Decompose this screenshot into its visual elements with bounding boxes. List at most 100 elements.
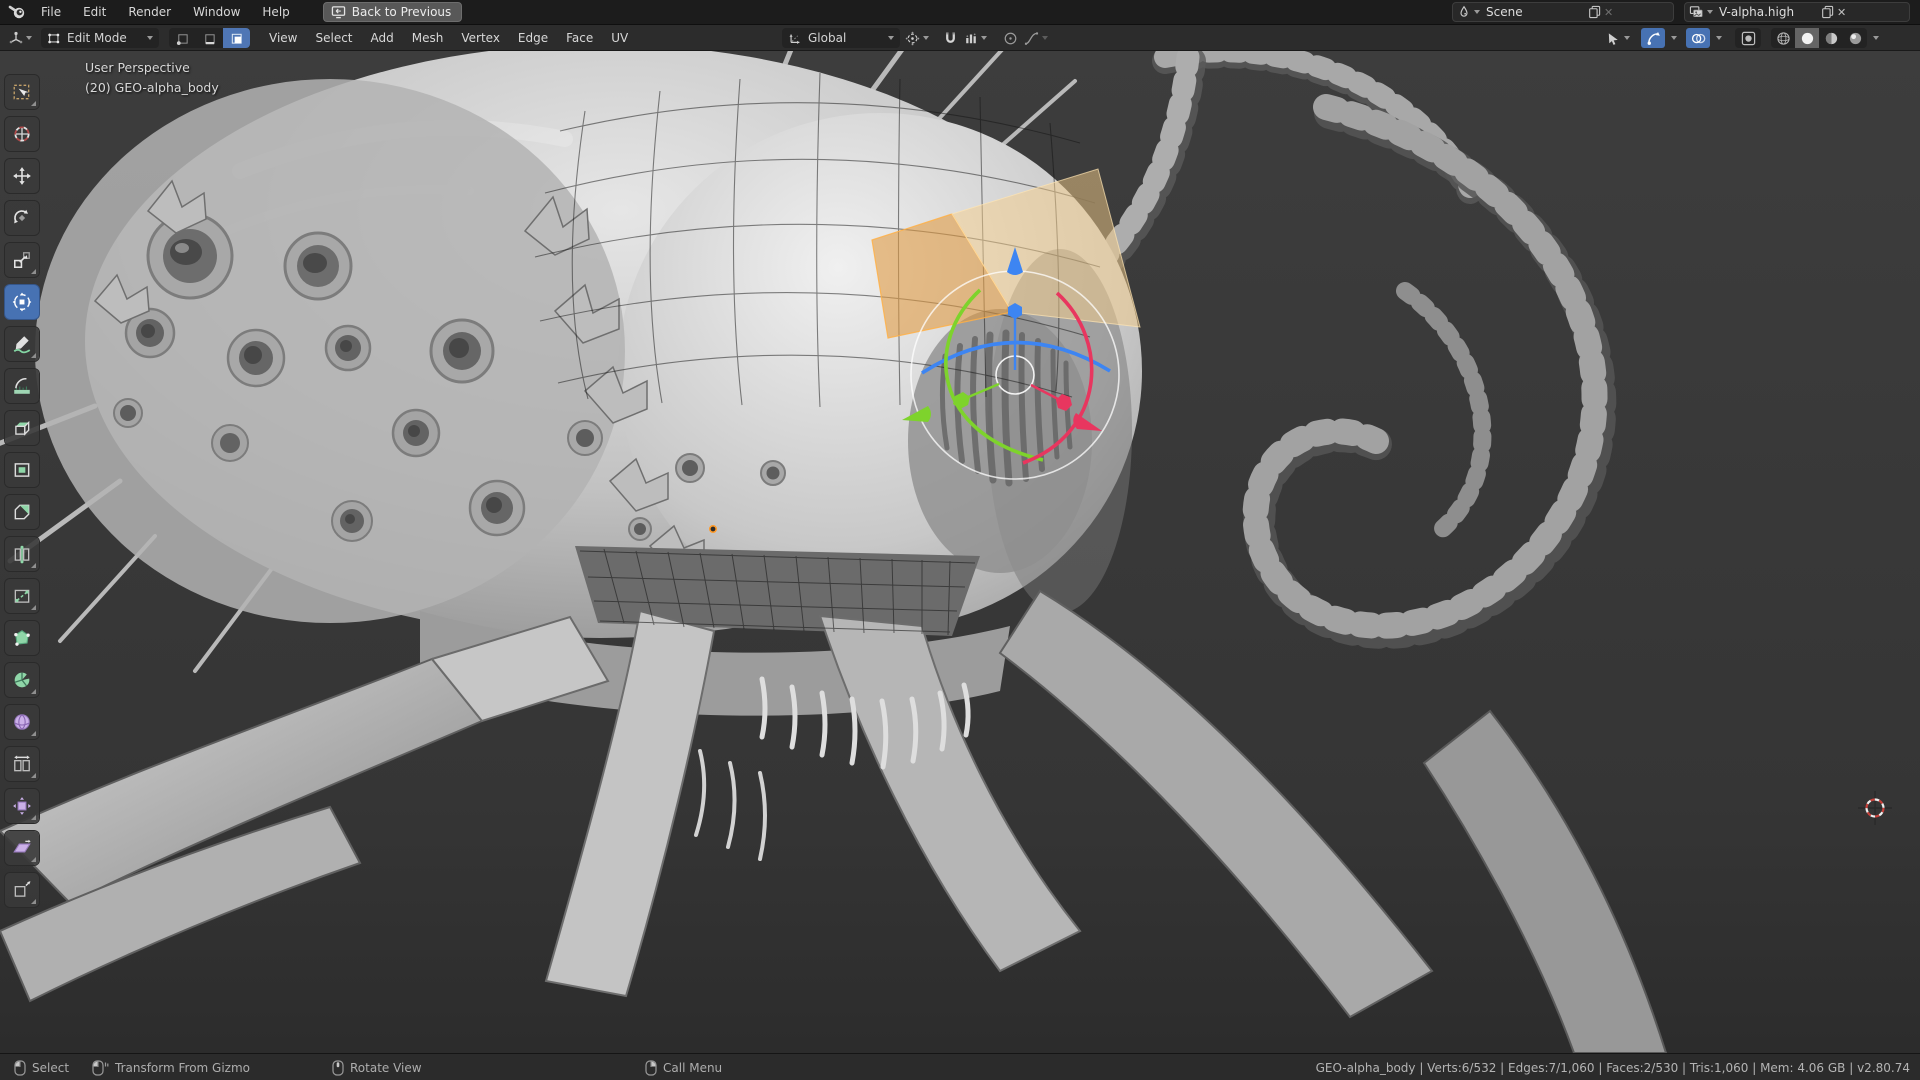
shading-dropdown[interactable] bbox=[1867, 28, 1882, 48]
menu-add[interactable]: Add bbox=[362, 25, 403, 51]
tool-cursor[interactable] bbox=[5, 117, 39, 151]
tool-smooth[interactable] bbox=[5, 705, 39, 739]
gizmo-icon bbox=[1646, 31, 1661, 46]
pivot-point-dropdown[interactable] bbox=[902, 28, 932, 48]
menu-file[interactable]: File bbox=[30, 0, 72, 24]
tool-annotate[interactable] bbox=[5, 327, 39, 361]
tool-bevel[interactable] bbox=[5, 495, 39, 529]
tool-measure[interactable] bbox=[5, 369, 39, 403]
view-layer-copy-icon[interactable] bbox=[1821, 5, 1834, 19]
menu-select[interactable]: Select bbox=[306, 25, 361, 51]
toolbar bbox=[5, 75, 41, 915]
scene-statistics: GEO-alpha_body | Verts:6/532 | Edges:7/1… bbox=[1316, 1054, 1910, 1080]
material-sphere-icon bbox=[1824, 31, 1839, 46]
edge-select-button[interactable] bbox=[196, 28, 223, 48]
magnet-icon bbox=[943, 31, 958, 46]
tool-scale[interactable] bbox=[5, 243, 39, 277]
tool-shrink-fatten[interactable] bbox=[5, 789, 39, 823]
blender-logo-icon[interactable] bbox=[4, 1, 30, 23]
scene-copy-icon[interactable] bbox=[1588, 5, 1601, 19]
view-layer-name[interactable]: V-alpha.high bbox=[1713, 5, 1821, 19]
viewport-header: Edit Mode View Select Ad bbox=[0, 25, 1920, 51]
tool-edge-slide[interactable] bbox=[5, 747, 39, 781]
tool-spin[interactable] bbox=[5, 663, 39, 697]
tool-inset-faces[interactable] bbox=[5, 453, 39, 487]
back-to-previous-button[interactable]: Back to Previous bbox=[323, 2, 463, 22]
solid-sphere-icon bbox=[1800, 31, 1815, 46]
tool-shear[interactable] bbox=[5, 831, 39, 865]
tool-rotate[interactable] bbox=[5, 201, 39, 235]
xray-toggle[interactable] bbox=[1735, 28, 1761, 48]
view-layer-browse-icon[interactable] bbox=[1689, 5, 1713, 19]
scene-browse-icon[interactable] bbox=[1457, 5, 1480, 19]
tool-rip-region[interactable] bbox=[5, 873, 39, 907]
mesh-select-mode-toggles bbox=[169, 28, 250, 48]
snap-toggle-button[interactable] bbox=[940, 28, 961, 48]
menu-vertex[interactable]: Vertex bbox=[452, 25, 509, 51]
tool-transform[interactable] bbox=[5, 285, 39, 319]
proportional-editing-toggle[interactable] bbox=[1000, 28, 1021, 48]
shading-mode-group bbox=[1771, 28, 1867, 48]
face-select-button[interactable] bbox=[223, 28, 250, 48]
overlays-icon bbox=[1691, 31, 1706, 46]
shading-wireframe-button[interactable] bbox=[1771, 28, 1795, 48]
rendered-sphere-icon bbox=[1848, 31, 1863, 46]
scene-name[interactable]: Scene bbox=[1480, 5, 1588, 19]
tool-move[interactable] bbox=[5, 159, 39, 193]
menu-edit[interactable]: Edit bbox=[72, 0, 117, 24]
back-screen-icon bbox=[331, 5, 346, 19]
blender-window: File Edit Render Window Help Back to Pre… bbox=[0, 0, 1920, 1080]
view-layer-remove-icon[interactable]: ✕ bbox=[1834, 6, 1849, 19]
menu-render[interactable]: Render bbox=[117, 0, 182, 24]
vertex-select-button[interactable] bbox=[169, 28, 196, 48]
mode-selector[interactable]: Edit Mode bbox=[41, 28, 159, 48]
hint-select: Select bbox=[14, 1054, 69, 1080]
viewport-area: Edit Mode View Select Ad bbox=[0, 25, 1920, 1053]
overlays-dropdown[interactable] bbox=[1710, 28, 1725, 48]
tool-loop-cut[interactable] bbox=[5, 537, 39, 571]
proportional-falloff-dropdown[interactable] bbox=[1021, 28, 1051, 48]
mouse-left-icon bbox=[14, 1060, 26, 1076]
menu-edge[interactable]: Edge bbox=[509, 25, 557, 51]
menu-face[interactable]: Face bbox=[557, 25, 602, 51]
scene-unlink-icon[interactable]: ✕ bbox=[1601, 6, 1616, 19]
tool-select-box[interactable] bbox=[5, 75, 39, 109]
orientation-label: Global bbox=[802, 31, 885, 45]
topbar: File Edit Render Window Help Back to Pre… bbox=[0, 0, 1920, 25]
menu-uv[interactable]: UV bbox=[602, 25, 637, 51]
show-gizmo-toggle[interactable] bbox=[1641, 28, 1665, 48]
menu-mesh[interactable]: Mesh bbox=[403, 25, 453, 51]
shading-solid-button[interactable] bbox=[1795, 28, 1819, 48]
gizmo-dropdown[interactable] bbox=[1665, 28, 1680, 48]
selectability-visibility-dropdown[interactable] bbox=[1603, 28, 1633, 48]
falloff-curve-icon bbox=[1024, 31, 1039, 46]
wireframe-sphere-icon bbox=[1776, 31, 1791, 46]
tool-poly-build[interactable] bbox=[5, 621, 39, 655]
menu-window[interactable]: Window bbox=[182, 0, 251, 24]
view-name-overlay: User Perspective bbox=[85, 60, 190, 75]
viewport-canvas[interactable] bbox=[0, 51, 1920, 1053]
transform-orientation-dropdown[interactable]: Global bbox=[782, 28, 900, 48]
show-overlays-toggle[interactable] bbox=[1686, 28, 1710, 48]
cursor-arrow-icon bbox=[1606, 31, 1621, 46]
object-origin-dot bbox=[710, 526, 716, 532]
tool-extrude-region[interactable] bbox=[5, 411, 39, 445]
mouse-right-icon bbox=[645, 1060, 657, 1076]
scene-selector[interactable]: Scene ✕ bbox=[1452, 2, 1674, 22]
mouse-middle-icon bbox=[332, 1060, 344, 1076]
3d-viewport-editor-icon bbox=[7, 30, 23, 46]
hint-transform-from-gizmo: Transform From Gizmo bbox=[92, 1054, 250, 1080]
menu-view[interactable]: View bbox=[260, 25, 306, 51]
hint-call-menu: Call Menu bbox=[645, 1054, 722, 1080]
xray-icon bbox=[1741, 31, 1756, 46]
edit-mode-icon bbox=[47, 31, 61, 45]
shading-rendered-button[interactable] bbox=[1843, 28, 1867, 48]
shading-material-button[interactable] bbox=[1819, 28, 1843, 48]
snap-settings-dropdown[interactable] bbox=[961, 28, 990, 48]
view-layer-selector[interactable]: V-alpha.high ✕ bbox=[1684, 2, 1910, 22]
menu-help[interactable]: Help bbox=[251, 0, 300, 24]
mode-label: Edit Mode bbox=[61, 31, 144, 45]
hint-rotate-view: Rotate View bbox=[332, 1054, 422, 1080]
editor-type-button[interactable] bbox=[4, 28, 35, 48]
tool-knife[interactable] bbox=[5, 579, 39, 613]
